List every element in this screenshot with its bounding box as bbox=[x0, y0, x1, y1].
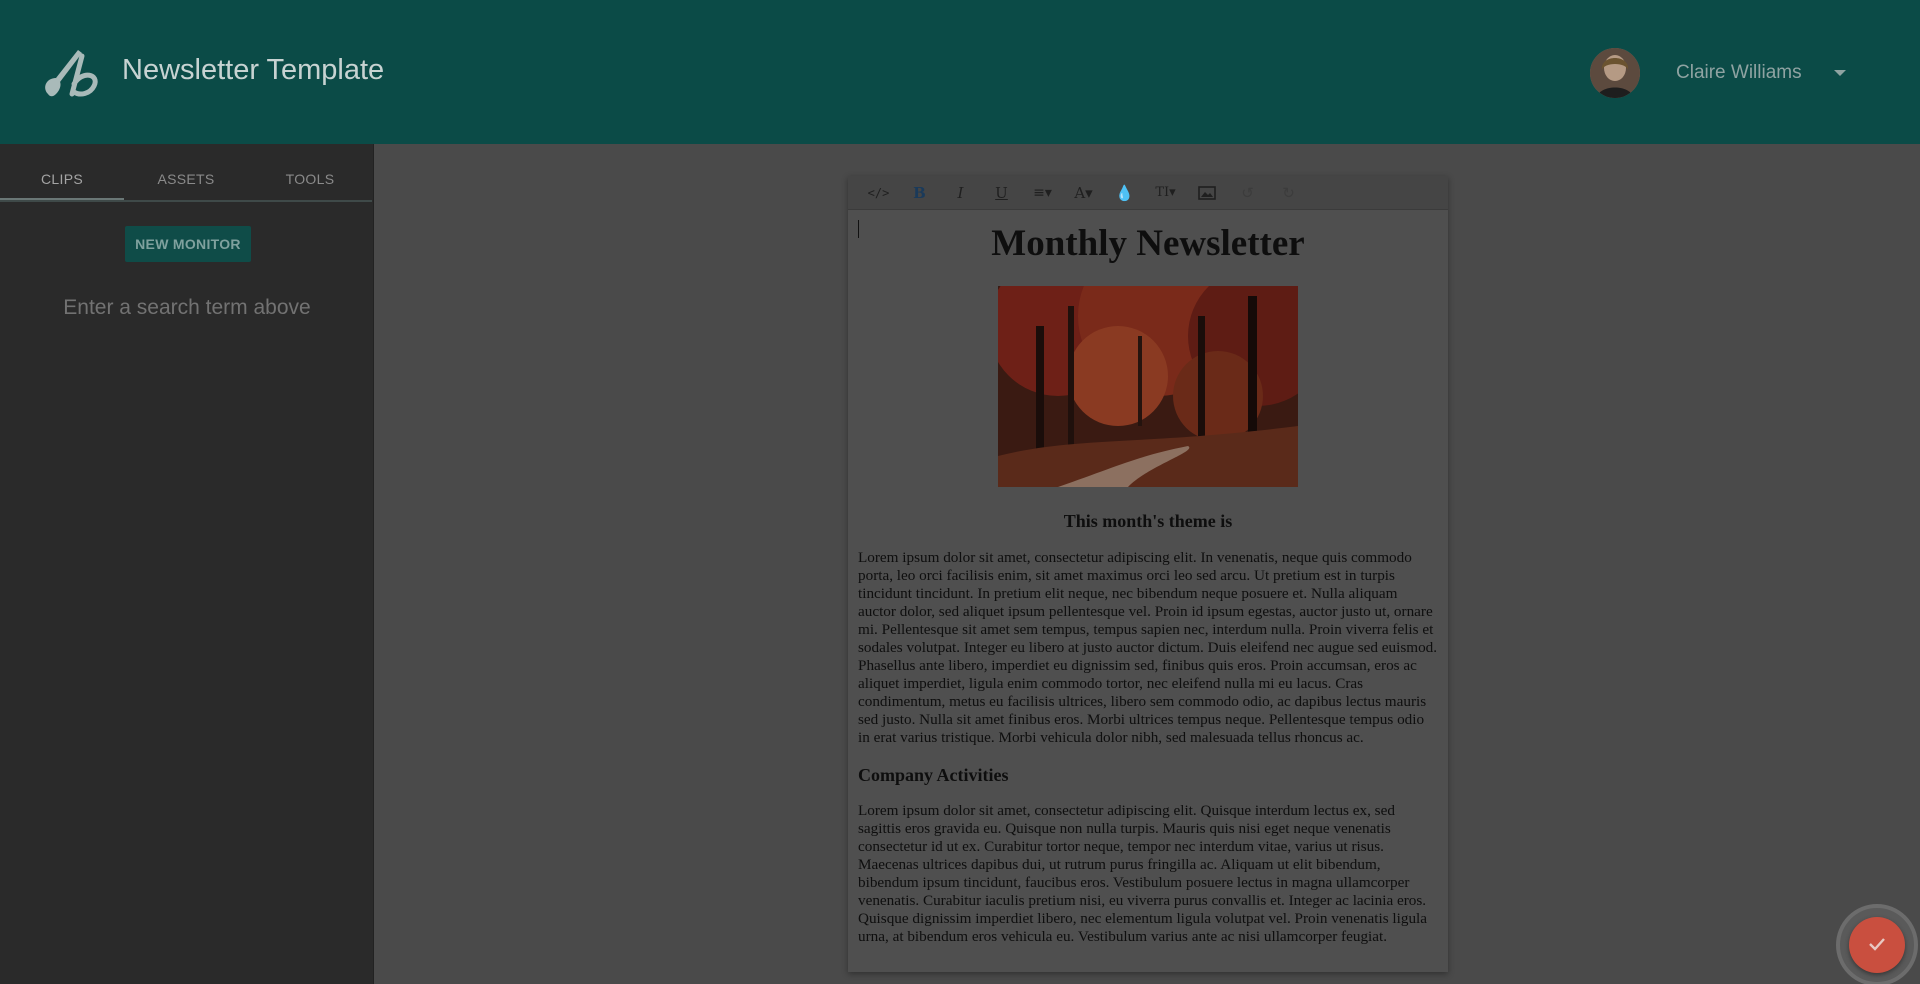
app-header: Newsletter Template Claire Williams bbox=[0, 0, 1920, 144]
undo-icon[interactable]: ↺ bbox=[1227, 176, 1268, 210]
align-icon[interactable]: ≡▾ bbox=[1022, 176, 1063, 210]
autumn-forest-image[interactable] bbox=[998, 286, 1298, 487]
text-cursor bbox=[858, 220, 859, 238]
tab-tools[interactable]: TOOLS bbox=[248, 156, 372, 200]
font-color-icon[interactable]: A▾ bbox=[1063, 176, 1104, 210]
section-paragraph: Lorem ipsum dolor sit amet, consectetur … bbox=[858, 802, 1427, 945]
brush-logo-icon[interactable] bbox=[38, 44, 106, 100]
tab-assets[interactable]: ASSETS bbox=[124, 156, 248, 200]
image-icon[interactable] bbox=[1186, 176, 1227, 210]
highlight-icon[interactable]: 💧 bbox=[1104, 176, 1145, 210]
search-hint: Enter a search term above bbox=[63, 296, 311, 319]
app-title: Newsletter Template bbox=[122, 54, 385, 86]
confirm-fab-button[interactable] bbox=[1849, 917, 1905, 973]
bold-icon[interactable]: B bbox=[899, 176, 940, 210]
code-view-icon[interactable]: </> bbox=[858, 176, 899, 210]
sidebar-tabs: CLIPS ASSETS TOOLS bbox=[0, 156, 372, 202]
font-size-icon[interactable]: TI▾ bbox=[1145, 176, 1186, 210]
tab-clips[interactable]: CLIPS bbox=[0, 156, 124, 200]
editor-toolbar: </> B I U ≡▾ A▾ 💧 TI▾ ↺ ↻ bbox=[848, 176, 1448, 210]
user-avatar[interactable] bbox=[1590, 48, 1640, 98]
intro-paragraph: Lorem ipsum dolor sit amet, consectetur … bbox=[858, 549, 1438, 746]
new-monitor-button[interactable]: NEW MONITOR bbox=[125, 226, 251, 262]
user-name[interactable]: Claire Williams bbox=[1676, 62, 1802, 84]
checkmark-icon bbox=[1866, 933, 1888, 958]
newsletter-title: Monthly Newsletter bbox=[991, 223, 1305, 264]
section-title: Company Activities bbox=[858, 765, 1009, 785]
redo-icon[interactable]: ↻ bbox=[1268, 176, 1309, 210]
user-menu-caret-icon[interactable] bbox=[1834, 70, 1846, 76]
underline-icon[interactable]: U bbox=[981, 176, 1022, 210]
italic-icon[interactable]: I bbox=[940, 176, 981, 210]
newsletter-editor: </> B I U ≡▾ A▾ 💧 TI▾ ↺ ↻ Monthly Newsle… bbox=[848, 176, 1448, 972]
theme-heading: This month's theme is bbox=[1063, 511, 1233, 531]
sidebar: CLIPS ASSETS TOOLS NEW MONITOR Enter a s… bbox=[0, 144, 374, 984]
editor-content[interactable]: Monthly Newsletter This month's theme is… bbox=[848, 210, 1448, 946]
